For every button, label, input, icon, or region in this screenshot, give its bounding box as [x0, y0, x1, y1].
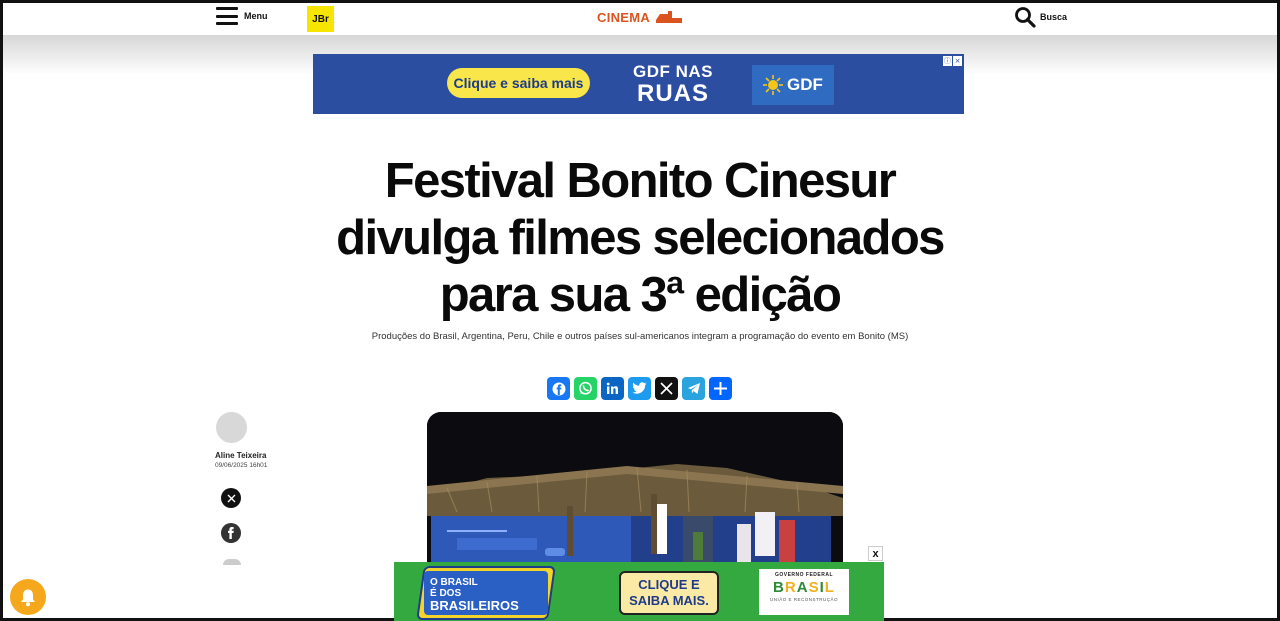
author-name[interactable]: Aline Teixeira	[215, 451, 266, 460]
ad-choices[interactable]: ⓘ ×	[943, 56, 962, 66]
site-header: Menu JBr CINEMA Busca	[3, 3, 1277, 35]
section-title[interactable]: CINEMA	[597, 10, 684, 25]
director-chair-icon	[656, 10, 683, 23]
top-banner-ad[interactable]: Clique e saiba mais GDF NAS RUAS GDF ⓘ ×	[313, 54, 964, 114]
search-button[interactable]: Busca	[1014, 6, 1067, 28]
notification-bell-button[interactable]	[10, 579, 46, 615]
author-avatar[interactable]	[216, 412, 247, 443]
ad-gov-letter-a: A	[796, 579, 809, 596]
article-title: Festival Bonito Cinesur divulga filmes s…	[336, 154, 945, 322]
ad-gov-line3: UNIÃO E RECONSTRUÇÃO	[769, 597, 838, 602]
share-facebook-button[interactable]	[547, 377, 570, 400]
share-telegram-button[interactable]	[682, 377, 705, 400]
facebook-icon	[552, 382, 565, 395]
bell-icon	[21, 589, 35, 606]
share-whatsapp-button[interactable]	[574, 377, 597, 400]
menu-button[interactable]: Menu	[216, 7, 268, 25]
ad-gov-line2: BRASIL	[759, 579, 849, 596]
twitter-bird-icon	[632, 382, 647, 394]
sidebar-share-more[interactable]	[223, 559, 241, 565]
ad-badge: O BRASIL É DOS BRASILEIROS	[424, 571, 548, 615]
menu-label: Menu	[244, 11, 268, 21]
ad-cta-pill[interactable]: Clique e saiba mais	[447, 68, 590, 98]
ad-gov-letter-b: B	[773, 579, 785, 596]
publish-date: 09/06/2025 16h01	[215, 462, 268, 469]
ad-badge-line3: BRASILEIROS	[430, 598, 519, 613]
sidebar-share-facebook-button[interactable]	[221, 523, 241, 543]
site-logo[interactable]: JBr	[307, 6, 334, 32]
article-subtitle: Produções do Brasil, Argentina, Peru, Ch…	[371, 331, 909, 342]
search-label: Busca	[1040, 12, 1068, 22]
share-more-button[interactable]	[709, 377, 732, 400]
hamburger-icon	[216, 7, 238, 25]
ad-info-icon[interactable]: ⓘ	[943, 56, 952, 66]
share-twitter-button[interactable]	[628, 377, 651, 400]
ad-gov-line1: GOVERNO FEDERAL	[774, 572, 834, 578]
ad-campaign-line1: GDF NAS	[633, 62, 713, 81]
ad-bottom-close-button[interactable]: x	[868, 546, 883, 561]
bottom-banner-ad[interactable]: O BRASIL É DOS BRASILEIROS CLIQUE E SAIB…	[394, 562, 884, 621]
sidebar-share-x-button[interactable]	[221, 488, 241, 508]
x-icon	[227, 494, 235, 502]
share-x-button[interactable]	[655, 377, 678, 400]
ad-gov-letter-r: R	[784, 579, 797, 596]
ad-campaign-title: GDF NAS RUAS	[633, 63, 713, 106]
ad-bottom-cta[interactable]: CLIQUE E SAIBA MAIS.	[619, 571, 719, 615]
share-linkedin-button[interactable]	[601, 377, 624, 400]
telegram-icon	[687, 383, 700, 394]
x-icon	[660, 382, 673, 395]
share-icon	[714, 382, 727, 395]
ad-badge-line1: O BRASIL	[430, 577, 478, 588]
ad-gov-letter-l: L	[824, 579, 835, 596]
whatsapp-icon	[579, 381, 592, 395]
share-bar	[547, 377, 732, 400]
search-icon	[1015, 7, 1036, 28]
ad-gov-logo: GOVERNO FEDERAL BRASIL UNIÃO E RECONSTRU…	[759, 569, 849, 615]
facebook-icon	[228, 527, 234, 539]
ad-gov-letter-s: S	[808, 579, 820, 596]
sun-emblem-icon	[763, 75, 784, 95]
linkedin-icon	[606, 382, 618, 394]
ad-close-icon[interactable]: ×	[953, 56, 962, 66]
ad-brand-logo: GDF	[752, 65, 834, 105]
section-label: CINEMA	[597, 10, 651, 25]
ad-campaign-line2: RUAS	[636, 80, 709, 107]
ad-brand-text: GDF	[787, 75, 823, 94]
